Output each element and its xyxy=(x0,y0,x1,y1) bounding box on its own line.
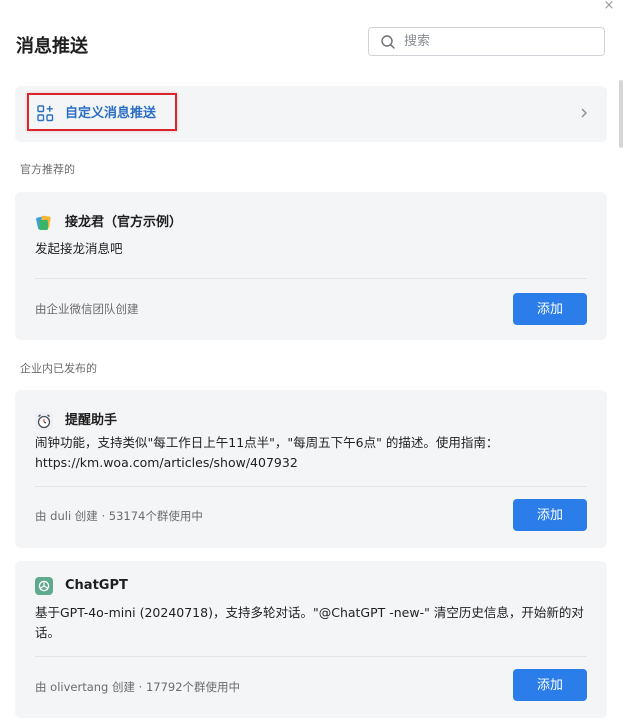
jielong-icon xyxy=(36,215,51,230)
app-name: 提醒助手 xyxy=(65,413,118,428)
app-description: 闹钟功能，支持类似"每工作日上午11点半"，"每周五下午6点" 的描述。使用指南… xyxy=(35,435,499,470)
divider xyxy=(35,486,587,487)
chevron-right-icon xyxy=(581,108,587,118)
app-name: ChatGPT xyxy=(65,578,128,593)
app-meta: 由企业微信团队创建 xyxy=(35,302,139,316)
custom-message-push-row[interactable]: 自定义消息推送 xyxy=(15,86,607,142)
custom-push-label: 自定义消息推送 xyxy=(65,106,157,121)
search-placeholder: 搜索 xyxy=(404,34,431,49)
apps-grid-plus-icon xyxy=(37,105,54,122)
section-label-official: 官方推荐的 xyxy=(20,163,75,176)
scrollbar[interactable] xyxy=(619,80,623,148)
app-name: 接龙君（官方示例） xyxy=(65,215,183,230)
add-button[interactable]: 添加 xyxy=(513,669,587,701)
divider xyxy=(35,278,587,279)
message-push-dialog: × 消息推送 搜索 自定义消息推送 官方推荐的 接龙君（官方示例） 发起接龙消息… xyxy=(0,0,624,723)
add-button[interactable]: 添加 xyxy=(513,293,587,325)
section-label-published: 企业内已发布的 xyxy=(20,362,97,375)
app-meta: 由 olivertang 创建 · 17792个群使用中 xyxy=(35,680,241,694)
chatgpt-icon xyxy=(35,577,53,595)
app-description: 基于GPT-4o-mini (20240718)，支持多轮对话。"@ChatGP… xyxy=(35,605,584,640)
divider xyxy=(35,656,587,657)
search-icon xyxy=(381,35,395,49)
app-card-reminder: 提醒助手 闹钟功能，支持类似"每工作日上午11点半"，"每周五下午6点" 的描述… xyxy=(15,390,607,548)
close-icon[interactable]: × xyxy=(602,0,616,14)
alarm-clock-icon xyxy=(35,412,53,430)
search-input[interactable]: 搜索 xyxy=(368,27,605,56)
app-card-chatgpt: ChatGPT 基于GPT-4o-mini (20240718)，支持多轮对话。… xyxy=(15,561,607,718)
page-title: 消息推送 xyxy=(16,36,88,57)
app-card-jielong: 接龙君（官方示例） 发起接龙消息吧 由企业微信团队创建 添加 xyxy=(15,192,607,340)
app-meta: 由 duli 创建 · 53174个群使用中 xyxy=(35,509,203,523)
add-button[interactable]: 添加 xyxy=(513,499,587,531)
app-description: 发起接龙消息吧 xyxy=(35,241,123,256)
